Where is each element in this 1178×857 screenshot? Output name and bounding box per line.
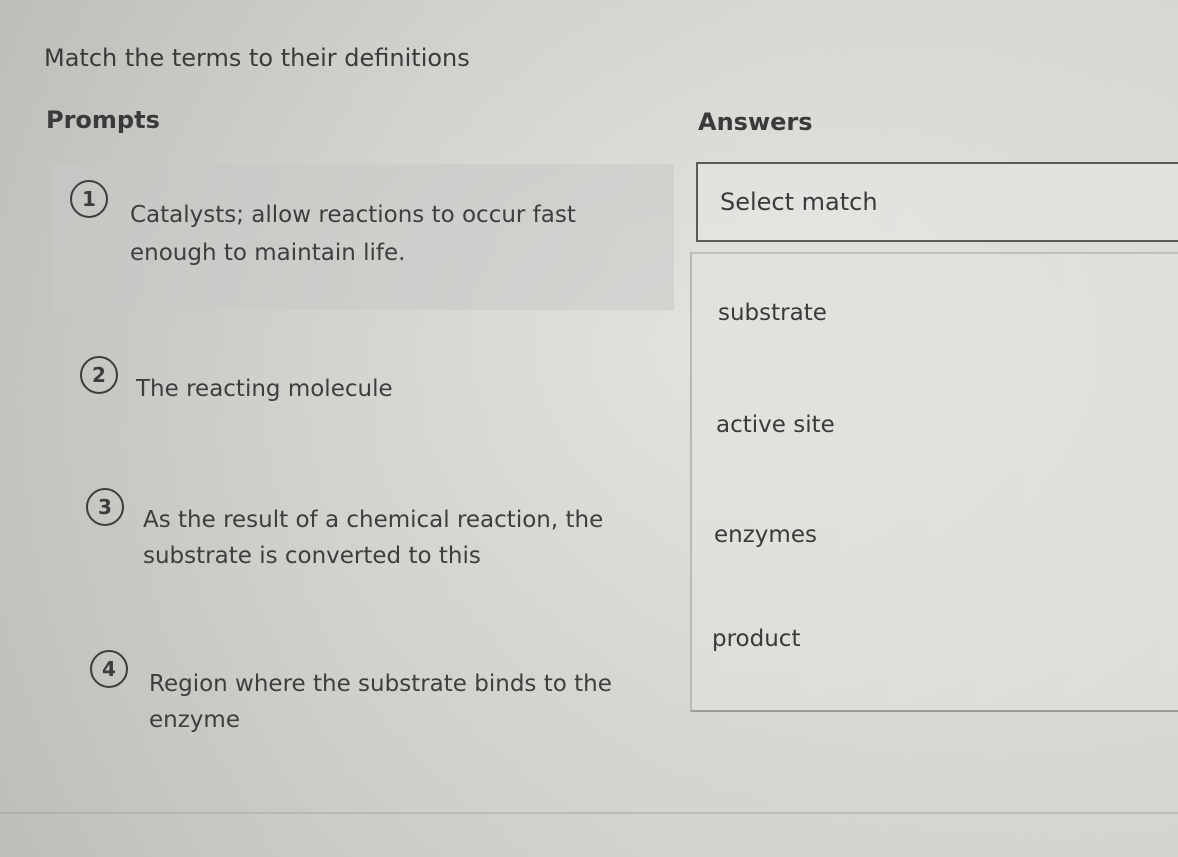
answers-header: Answers xyxy=(698,108,813,136)
prompt-number-badge: 3 xyxy=(86,488,124,526)
prompt-text: Region where the substrate binds to the … xyxy=(149,671,612,733)
prompt-text: The reacting molecule xyxy=(136,376,393,402)
answer-option-product[interactable]: product xyxy=(712,626,800,652)
select-match-label: Select match xyxy=(720,188,878,216)
answer-option-active-site[interactable]: active site xyxy=(716,412,835,438)
answer-option-substrate[interactable]: substrate xyxy=(718,300,827,326)
prompt-number-badge: 1 xyxy=(70,180,108,218)
prompts-header: Prompts xyxy=(46,106,160,134)
prompt-text: As the result of a chemical reaction, th… xyxy=(143,507,604,569)
instruction-title: Match the terms to their definitions xyxy=(44,44,470,72)
prompt-number-badge: 4 xyxy=(90,650,128,688)
prompt-text: Catalysts; allow reactions to occur fast… xyxy=(130,202,576,266)
answer-options-list: substrate active site enzymes product xyxy=(690,252,1178,712)
divider xyxy=(0,812,1178,814)
select-match-dropdown[interactable]: Select match xyxy=(696,162,1178,242)
answer-option-enzymes[interactable]: enzymes xyxy=(714,522,817,548)
prompt-number-badge: 2 xyxy=(80,356,118,394)
